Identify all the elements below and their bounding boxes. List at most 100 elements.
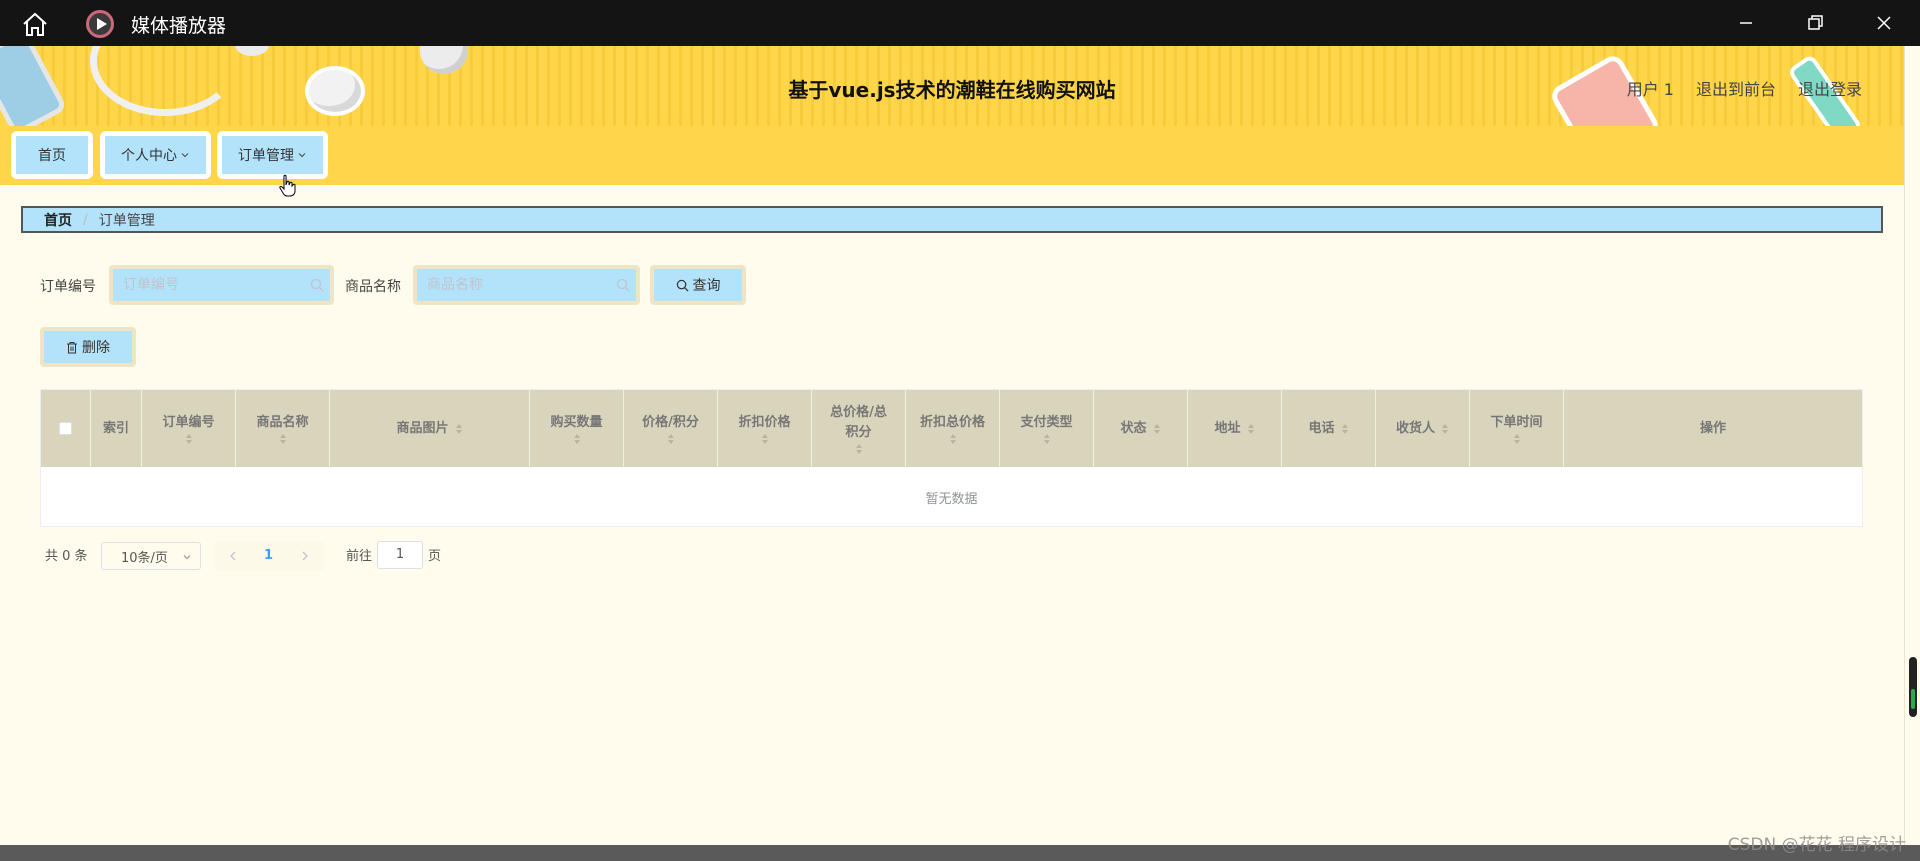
- breadcrumb-current: 订单管理: [98, 212, 155, 229]
- current-page-number[interactable]: 1: [264, 548, 273, 563]
- nav-item-personal-center[interactable]: 个人中心: [100, 131, 211, 179]
- sort-icon[interactable]: [455, 423, 463, 435]
- column-header[interactable]: 购买数量: [530, 390, 624, 467]
- delete-button[interactable]: 删除: [44, 331, 132, 363]
- column-label: 价格/积分: [642, 414, 699, 430]
- column-header[interactable]: 折扣总价格: [906, 390, 1000, 467]
- breadcrumb-home[interactable]: 首页: [44, 210, 72, 230]
- page-suffix-label: 页: [428, 549, 442, 564]
- nav-item-label: 首页: [38, 148, 66, 164]
- sort-icon[interactable]: [1441, 423, 1449, 435]
- site-header: 基于vue.js技术的潮鞋在线购买网站 用户 1 退出到前台 退出登录: [0, 46, 1904, 126]
- sort-icon[interactable]: [667, 433, 675, 445]
- window-title: 媒体播放器: [131, 15, 227, 37]
- column-header[interactable]: 商品图片: [330, 390, 530, 467]
- query-button-wrap: 查询: [650, 265, 746, 305]
- trash-icon: [67, 341, 77, 353]
- product-name-search-box: [413, 265, 640, 305]
- logout-link[interactable]: 退出登录: [1798, 76, 1862, 100]
- nav-item-label: 订单管理: [238, 148, 294, 164]
- product-name-input[interactable]: [417, 269, 636, 301]
- column-label: 下单时间: [1490, 414, 1543, 430]
- watermark: CSDN @花花 程序设计: [1727, 835, 1906, 855]
- header-links: 用户 1 退出到前台 退出登录: [1627, 76, 1862, 100]
- vertical-scrollbar[interactable]: [1904, 46, 1920, 846]
- column-label: 商品图片: [396, 420, 449, 436]
- column-header[interactable]: 收货人: [1376, 390, 1470, 467]
- earbud-decoration: [420, 46, 468, 74]
- column-label: 状态: [1120, 420, 1147, 436]
- earbud-decoration: [235, 46, 269, 56]
- column-header: 索引: [91, 390, 142, 467]
- column-header: 操作: [1564, 390, 1862, 467]
- back-to-front-link[interactable]: 退出到前台: [1696, 76, 1776, 100]
- column-header[interactable]: 地址: [1188, 390, 1282, 467]
- nav-item-label: 个人中心: [121, 148, 177, 164]
- home-icon[interactable]: [20, 11, 50, 37]
- column-label: 折扣价格: [738, 414, 791, 430]
- search-icon: [310, 278, 324, 292]
- column-header[interactable]: 状态: [1094, 390, 1188, 467]
- sort-icon[interactable]: [1513, 433, 1521, 445]
- pagination-pager: 1: [214, 542, 324, 570]
- sort-icon[interactable]: [855, 443, 863, 455]
- order-no-search-box: [109, 265, 334, 305]
- breadcrumb-separator: /: [83, 211, 88, 228]
- search-icon: [616, 278, 630, 292]
- column-label: 购买数量: [550, 414, 603, 430]
- column-header[interactable]: 订单编号: [142, 390, 236, 467]
- sort-icon[interactable]: [185, 433, 193, 445]
- column-header[interactable]: 商品名称: [236, 390, 330, 467]
- order-no-label: 订单编号: [40, 279, 96, 295]
- window-titlebar: 媒体播放器: [0, 0, 1920, 46]
- column-label: 地址: [1214, 420, 1241, 436]
- site-title: 基于vue.js技术的潮鞋在线购买网站: [788, 78, 1116, 102]
- column-label: 折扣总价格: [919, 414, 985, 430]
- user-name-link[interactable]: 用户 1: [1627, 76, 1674, 100]
- column-label: 总价格/总积分: [830, 404, 887, 440]
- column-header[interactable]: 下单时间: [1470, 390, 1564, 467]
- column-header[interactable]: 总价格/总积分: [812, 390, 906, 467]
- page-size-value: 10条/页: [121, 550, 168, 566]
- hand-cursor-icon: [279, 174, 296, 197]
- chevron-left-icon[interactable]: [229, 551, 237, 561]
- sort-icon[interactable]: [761, 433, 769, 445]
- nav-item-order-management[interactable]: 订单管理: [217, 131, 328, 179]
- sort-icon[interactable]: [279, 433, 287, 445]
- column-label: 收货人: [1395, 420, 1435, 436]
- page-size-select[interactable]: 10条/页: [101, 542, 201, 570]
- nav-item-home[interactable]: 首页: [11, 131, 93, 179]
- column-header[interactable]: 电话: [1282, 390, 1376, 467]
- sort-icon[interactable]: [1153, 423, 1161, 435]
- column-header[interactable]: 价格/积分: [624, 390, 718, 467]
- column-label: 商品名称: [256, 414, 309, 430]
- minimize-icon[interactable]: [1731, 9, 1761, 37]
- chevron-right-icon[interactable]: [301, 551, 309, 561]
- close-icon[interactable]: [1869, 9, 1899, 37]
- sort-icon[interactable]: [1247, 423, 1255, 435]
- order-no-input[interactable]: [113, 269, 330, 301]
- sort-icon[interactable]: [1043, 433, 1051, 445]
- bottom-bar: [0, 845, 1920, 861]
- select-all-checkbox[interactable]: [59, 422, 72, 435]
- goto-page-input[interactable]: 1: [377, 541, 423, 569]
- table-header: 索引 订单编号 商品名称 商品图片 购买数量 价格/积分 折扣价格 总价格/总积…: [41, 390, 1862, 467]
- query-button[interactable]: 查询: [654, 269, 742, 301]
- media-player-icon: [86, 10, 114, 38]
- restore-icon[interactable]: [1800, 9, 1830, 37]
- scrollbar-thumb[interactable]: [1909, 657, 1917, 717]
- sort-icon[interactable]: [949, 433, 957, 445]
- sort-icon[interactable]: [573, 433, 581, 445]
- column-header[interactable]: 折扣价格: [718, 390, 812, 467]
- select-all-cell: [41, 390, 91, 467]
- column-header[interactable]: 支付类型: [1000, 390, 1094, 467]
- chevron-down-icon: [298, 153, 306, 158]
- chevron-down-icon: [183, 555, 191, 560]
- goto-label: 前往: [346, 549, 373, 564]
- column-label: 电话: [1308, 420, 1335, 436]
- column-label: 支付类型: [1020, 414, 1073, 430]
- sort-icon[interactable]: [1341, 423, 1349, 435]
- delete-button-label: 删除: [82, 340, 110, 356]
- orders-table: 索引 订单编号 商品名称 商品图片 购买数量 价格/积分 折扣价格 总价格/总积…: [40, 389, 1863, 527]
- column-label: 索引: [102, 420, 129, 436]
